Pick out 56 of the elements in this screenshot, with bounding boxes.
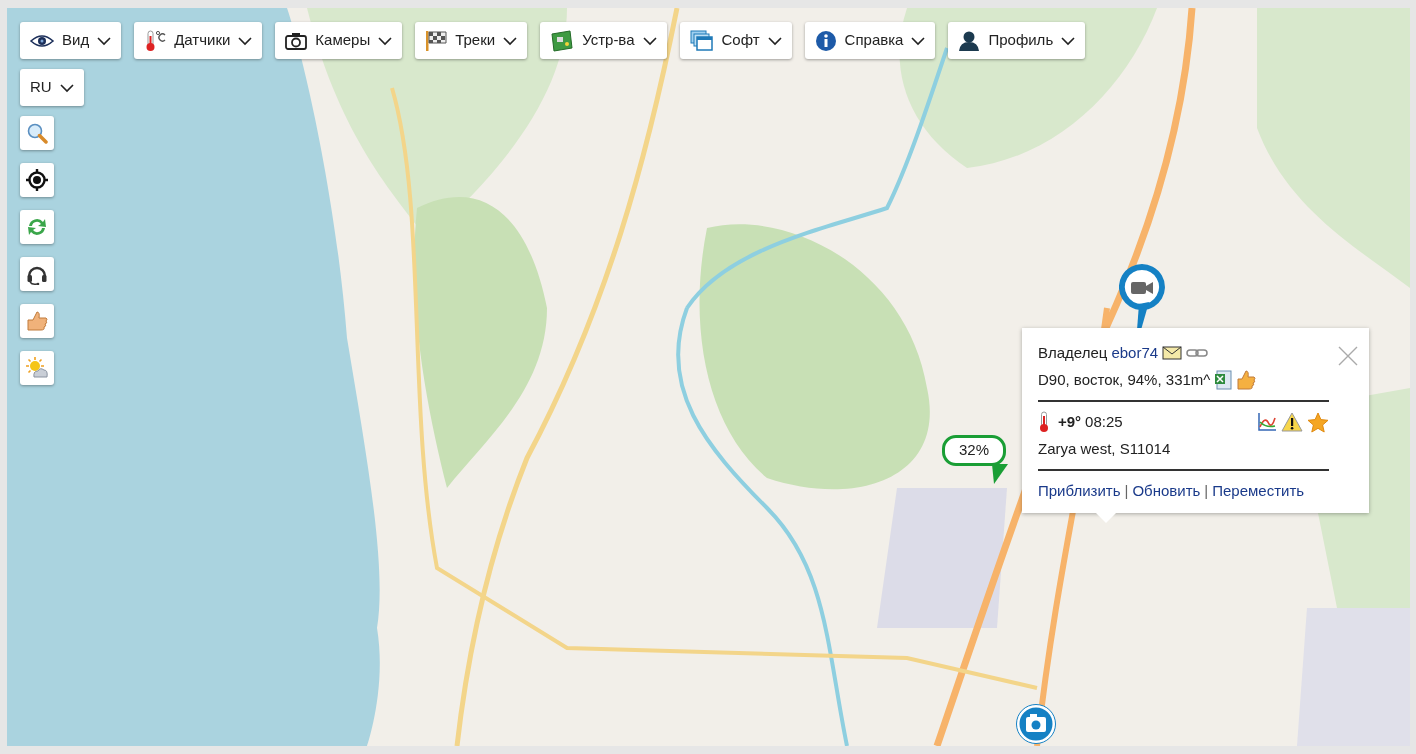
caret-icon [238, 35, 253, 46]
locate-icon [26, 169, 48, 191]
menu-dropdown[interactable]: Треки [415, 22, 528, 59]
line-chart-icon[interactable] [1257, 411, 1277, 432]
caret-icon [767, 35, 782, 46]
circuit-board-icon [550, 29, 575, 52]
thumbs-up-icon[interactable] [1236, 369, 1257, 390]
link-separator: | [1124, 481, 1129, 501]
caret-icon [503, 35, 518, 46]
camera-icon [285, 31, 308, 50]
menu-dropdown[interactable]: Справка [804, 22, 936, 59]
caret-icon [378, 35, 393, 46]
warning-icon[interactable] [1281, 411, 1303, 432]
owner-link[interactable]: ebor74 [1111, 342, 1159, 365]
caret-icon [642, 35, 657, 46]
action-link[interactable]: Переместить [1212, 480, 1305, 503]
person-icon [958, 29, 981, 52]
menu-dropdown[interactable]: Софт [679, 22, 792, 59]
caret-icon [911, 35, 926, 46]
refresh-icon [26, 216, 48, 238]
marker-pointer-icon [990, 464, 1010, 486]
menu-dropdown[interactable]: Профиль [948, 22, 1086, 59]
envelope-icon[interactable] [1162, 346, 1183, 361]
location-text: Zarya west, S11014 [1038, 438, 1172, 459]
star-icon[interactable] [1307, 411, 1329, 433]
temperature-value: +9° [1058, 412, 1082, 432]
owner-label: Владелец [1038, 343, 1108, 363]
spreadsheet-icon[interactable] [1214, 369, 1233, 390]
caret-icon [1061, 35, 1076, 46]
caret-icon [97, 35, 112, 46]
caret-icon [59, 82, 74, 93]
time-value: 08:25 [1085, 412, 1123, 432]
device-details: D90, восток, 94%, 331m^ [1038, 369, 1211, 390]
action-link[interactable]: Приблизить [1038, 480, 1121, 503]
eye-icon [30, 33, 54, 48]
menu-dropdown[interactable]: Устр-ва [540, 22, 667, 59]
close-button[interactable] [1337, 344, 1359, 366]
thermometer-icon [1038, 411, 1050, 434]
info-icon [814, 29, 837, 52]
thermometer-icon [144, 29, 167, 52]
close-icon [1338, 346, 1358, 367]
menu-dropdown[interactable]: Камеры [275, 22, 403, 59]
link-separator: | [1204, 481, 1209, 501]
search-icon [26, 122, 48, 144]
photo-marker-icon[interactable] [1016, 704, 1056, 744]
action-link[interactable]: Обновить [1132, 480, 1201, 503]
windows-icon [689, 29, 714, 52]
menu-dropdown[interactable]: Датчики [134, 22, 263, 59]
menu-dropdown[interactable]: Вид [20, 22, 122, 59]
thumbs-up-icon [26, 310, 48, 332]
map-tool-button[interactable] [20, 257, 54, 291]
sun-cloud-icon [26, 357, 48, 379]
language-dropdown[interactable]: RU [20, 69, 84, 106]
map-tool-button[interactable] [20, 163, 54, 197]
chain-link-icon[interactable] [1186, 348, 1209, 359]
checkered-flag-icon [425, 29, 448, 52]
